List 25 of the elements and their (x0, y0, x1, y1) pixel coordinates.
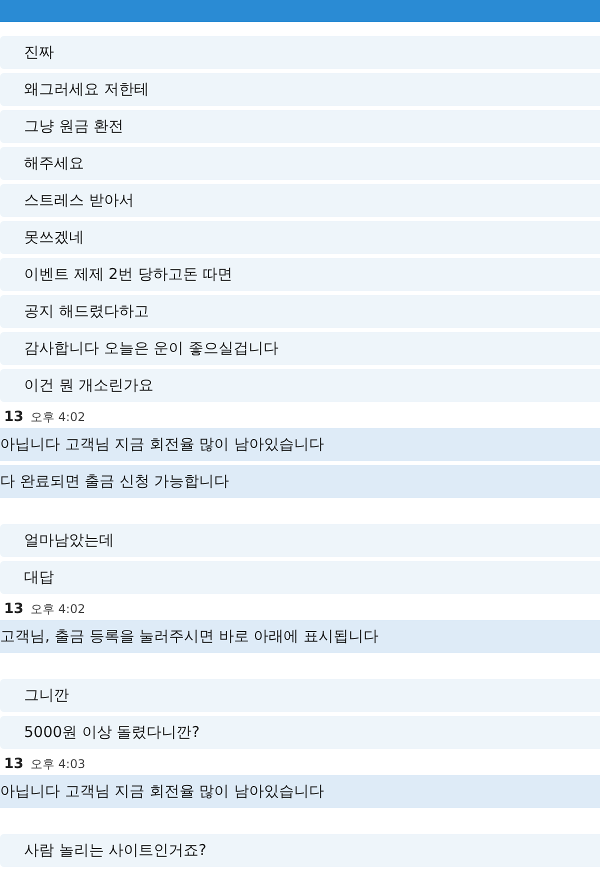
message-bubble: 사람 놀리는 사이트인거죠? (0, 834, 600, 867)
message-bubble: 대답 (0, 561, 600, 594)
message-bubble: 이벤트 제제 2번 당하고돈 따면 (0, 258, 600, 291)
message-bubble: 그니깐 (0, 679, 600, 712)
message-bubble: 다 완료되면 출금 신청 가능합니다 (0, 465, 600, 498)
message-bubble: 아닙니다 고객님 지금 회전율 많이 남아있습니다 (0, 775, 600, 808)
message-bubble: 아닙니다 고객님 지금 회전율 많이 남아있습니다 (0, 428, 600, 461)
sender-name: 13 (4, 756, 24, 772)
message-bubble: 5000원 이상 돌렸다니깐? (0, 716, 600, 749)
sender-name: 13 (4, 409, 24, 425)
message-bubble: 왜그러세요 저한테 (0, 73, 600, 106)
sender-name: 13 (4, 601, 24, 617)
message-bubble: 감사합니다 오늘은 운이 좋으실겁니다 (0, 332, 600, 365)
message-bubble: 이건 뭔 개소린가요 (0, 369, 600, 402)
message-bubble: 진짜 (0, 36, 600, 69)
message-bubble: 그냥 원금 환전 (0, 110, 600, 143)
message-bubble: 공지 해드렸다하고 (0, 295, 600, 328)
message-time: 오후 4:02 (30, 409, 86, 426)
message-bubble: 얼마남았는데 (0, 524, 600, 557)
message-bubble: 고객님, 출금 등록을 눌러주시면 바로 아래에 표시됩니다 (0, 620, 600, 653)
message-bubble: 스트레스 받아서 (0, 184, 600, 217)
message-bubble: 해주세요 (0, 147, 600, 180)
message-time: 오후 4:03 (30, 756, 86, 773)
message-time: 오후 4:02 (30, 601, 86, 618)
message-bubble: 못쓰겠네 (0, 221, 600, 254)
